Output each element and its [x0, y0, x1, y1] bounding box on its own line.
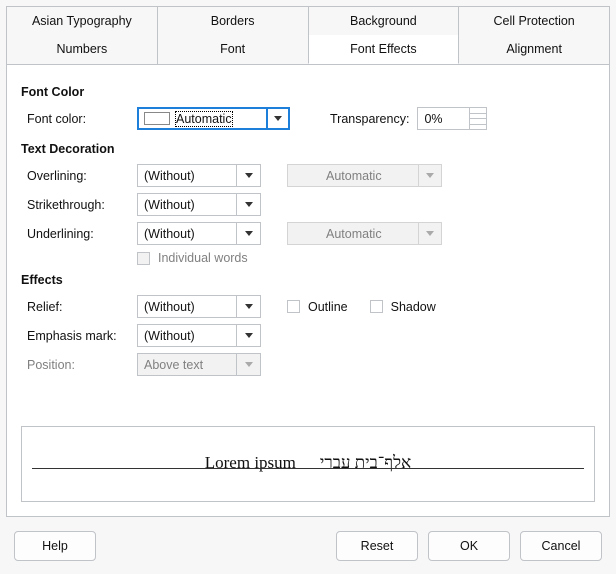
tab-alignment[interactable]: Alignment — [458, 35, 610, 64]
preview-baseline — [32, 468, 584, 469]
tab-label: Font — [220, 42, 245, 56]
shadow-label: Shadow — [391, 300, 436, 314]
preview-rtl: אלף־בית עברי — [320, 453, 411, 473]
color-swatch-icon — [294, 169, 320, 182]
tab-font-effects[interactable]: Font Effects — [308, 35, 460, 64]
tab-cell-protection[interactable]: Cell Protection — [458, 6, 610, 35]
tab-background[interactable]: Background — [308, 6, 460, 35]
tab-label: Cell Protection — [493, 14, 574, 28]
label-relief: Relief: — [21, 300, 129, 314]
section-title-effects: Effects — [21, 273, 595, 287]
color-swatch-icon — [294, 227, 320, 240]
tab-asian-typography[interactable]: Asian Typography — [6, 6, 158, 35]
individual-words-checkbox: Individual words — [137, 251, 248, 265]
color-swatch-icon — [144, 112, 170, 125]
strikethrough-value: (Without) — [138, 198, 236, 212]
strikethrough-dropdown[interactable]: (Without) — [137, 193, 261, 216]
overlining-value: (Without) — [138, 169, 236, 183]
tab-label: Alignment — [506, 42, 562, 56]
button-label: Cancel — [542, 539, 581, 553]
chevron-down-icon[interactable] — [236, 194, 260, 215]
font-preview: Lorem ipsum אלף־בית עברי — [21, 426, 595, 502]
tab-label: Background — [350, 14, 417, 28]
position-value: Above text — [138, 358, 236, 372]
section-title-font-color: Font Color — [21, 85, 595, 99]
dialog-footer: Help Reset OK Cancel — [0, 518, 616, 574]
chevron-down-icon[interactable] — [236, 325, 260, 346]
cancel-button[interactable]: Cancel — [520, 531, 602, 561]
outline-checkbox[interactable]: Outline — [287, 300, 348, 314]
spinner-down-icon[interactable] — [469, 118, 487, 130]
overlining-color-dropdown: Automatic — [287, 164, 442, 187]
button-label: Reset — [361, 539, 394, 553]
transparency-spinner[interactable]: 0% — [417, 107, 487, 130]
emphasis-mark-value: (Without) — [138, 329, 236, 343]
label-strikethrough: Strikethrough: — [21, 198, 129, 212]
preview-latin: Lorem ipsum — [205, 453, 296, 473]
individual-words-label: Individual words — [158, 251, 248, 265]
section-title-text-decoration: Text Decoration — [21, 142, 595, 156]
reset-button[interactable]: Reset — [336, 531, 418, 561]
tab-borders[interactable]: Borders — [157, 6, 309, 35]
label-underlining: Underlining: — [21, 227, 129, 241]
tab-bar: Asian Typography Borders Background Cell… — [6, 6, 610, 65]
checkbox-icon — [137, 252, 150, 265]
chevron-down-icon[interactable] — [236, 223, 260, 244]
underlining-color-dropdown: Automatic — [287, 222, 442, 245]
tab-label: Font Effects — [350, 42, 416, 56]
chevron-down-icon — [418, 164, 442, 187]
chevron-down-icon[interactable] — [236, 296, 260, 317]
shadow-checkbox[interactable]: Shadow — [370, 300, 436, 314]
panel-font-effects: Font Color Font color: Automatic Transpa… — [6, 65, 610, 517]
transparency-value: 0% — [424, 112, 442, 126]
chevron-down-icon — [236, 354, 260, 375]
button-label: Help — [42, 539, 68, 553]
chevron-down-icon[interactable] — [236, 165, 260, 186]
relief-dropdown[interactable]: (Without) — [137, 295, 261, 318]
overlining-dropdown[interactable]: (Without) — [137, 164, 261, 187]
relief-value: (Without) — [138, 300, 236, 314]
label-font-color: Font color: — [21, 112, 129, 126]
position-dropdown: Above text — [137, 353, 261, 376]
ok-button[interactable]: OK — [428, 531, 510, 561]
tab-label: Asian Typography — [32, 14, 132, 28]
underlining-value: (Without) — [138, 227, 236, 241]
checkbox-icon — [287, 300, 300, 313]
chevron-down-icon[interactable] — [266, 107, 290, 130]
overlining-color-value: Automatic — [326, 169, 382, 183]
tab-label: Borders — [211, 14, 255, 28]
outline-label: Outline — [308, 300, 348, 314]
spinner-up-icon[interactable] — [469, 107, 487, 118]
tab-label: Numbers — [57, 42, 108, 56]
tab-font[interactable]: Font — [157, 35, 309, 64]
label-emphasis-mark: Emphasis mark: — [21, 329, 129, 343]
chevron-down-icon — [418, 222, 442, 245]
checkbox-icon — [370, 300, 383, 313]
underlining-dropdown[interactable]: (Without) — [137, 222, 261, 245]
help-button[interactable]: Help — [14, 531, 96, 561]
tab-numbers[interactable]: Numbers — [6, 35, 158, 64]
font-color-dropdown[interactable]: Automatic — [137, 107, 290, 130]
label-overlining: Overlining: — [21, 169, 129, 183]
label-position: Position: — [21, 358, 129, 372]
underlining-color-value: Automatic — [326, 227, 382, 241]
font-color-value: Automatic — [176, 112, 232, 126]
emphasis-mark-dropdown[interactable]: (Without) — [137, 324, 261, 347]
label-transparency: Transparency: — [330, 112, 409, 126]
button-label: OK — [460, 539, 478, 553]
